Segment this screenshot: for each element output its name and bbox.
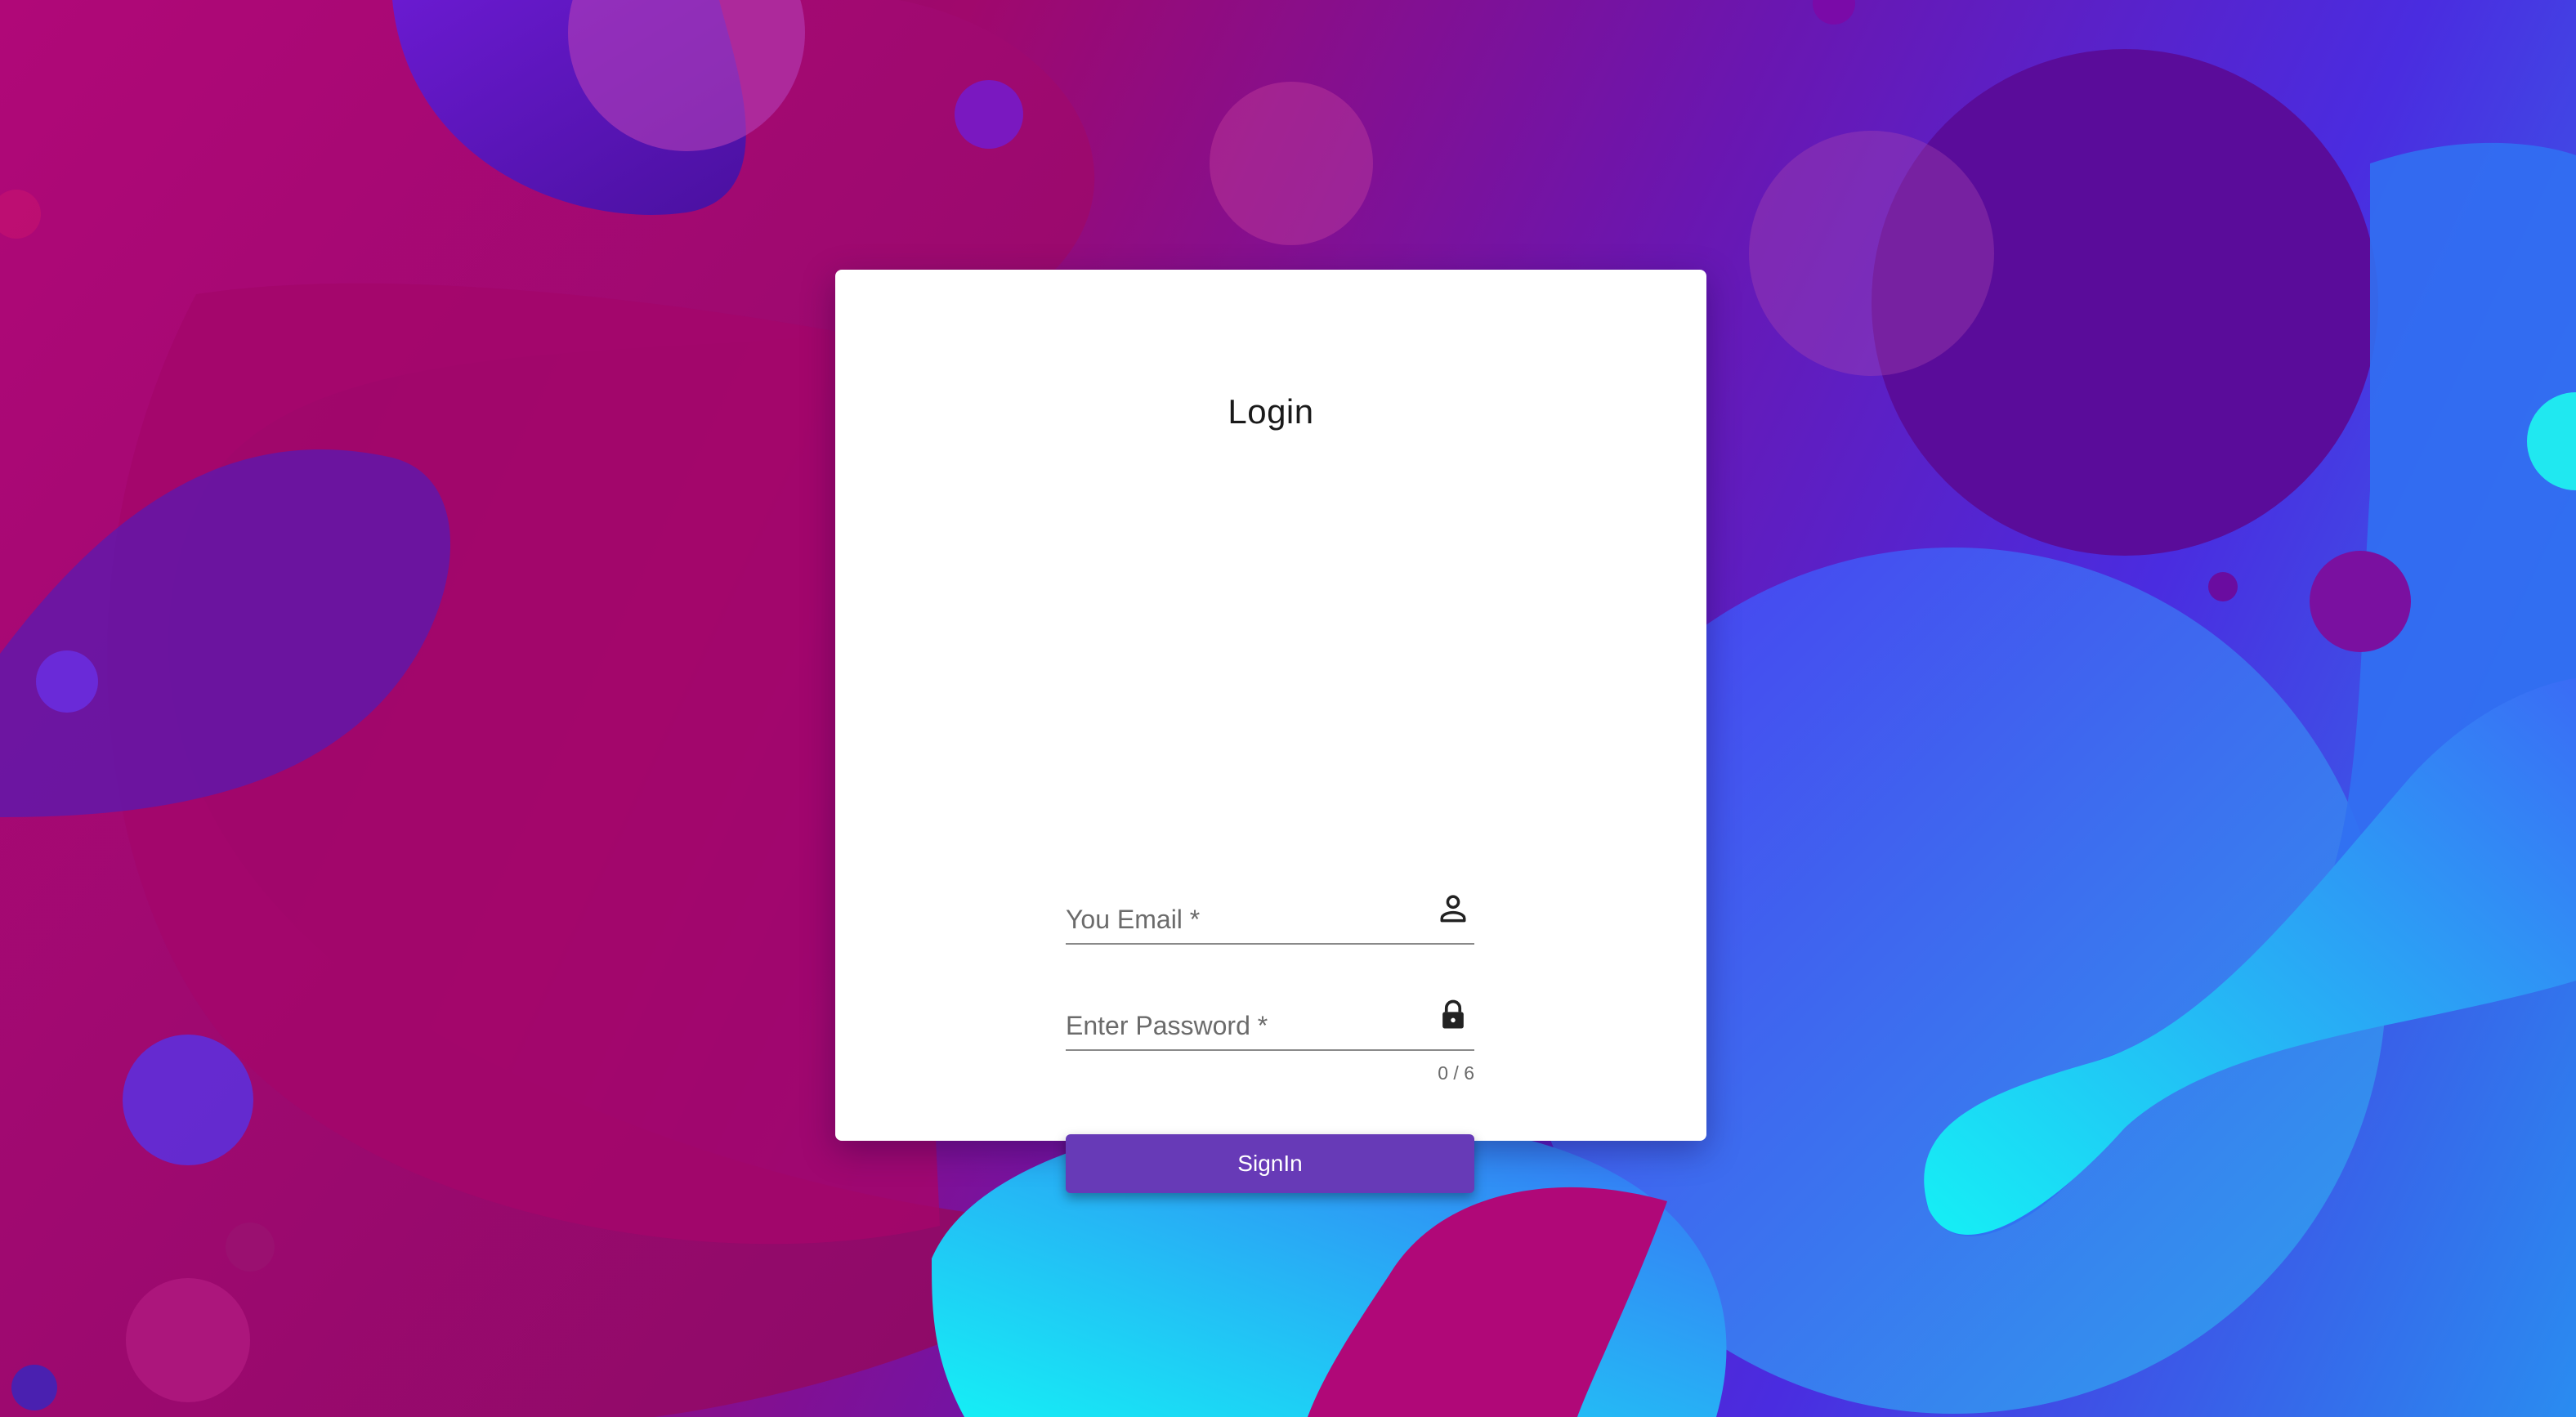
email-field-label: You Email * xyxy=(1066,905,1201,934)
password-char-counter: 0 / 6 xyxy=(1438,1062,1474,1084)
login-card: Login You Email * Enter Password * 0 / 6… xyxy=(835,270,1706,1193)
password-field-label: Enter Password * xyxy=(1066,1011,1268,1040)
signin-button[interactable]: SignIn xyxy=(1066,1134,1474,1193)
person-icon xyxy=(1435,891,1471,927)
password-field[interactable]: Enter Password * xyxy=(1066,990,1474,1051)
lock-icon xyxy=(1435,997,1471,1033)
login-title: Login xyxy=(1228,392,1314,431)
email-field[interactable]: You Email * xyxy=(1066,884,1474,945)
